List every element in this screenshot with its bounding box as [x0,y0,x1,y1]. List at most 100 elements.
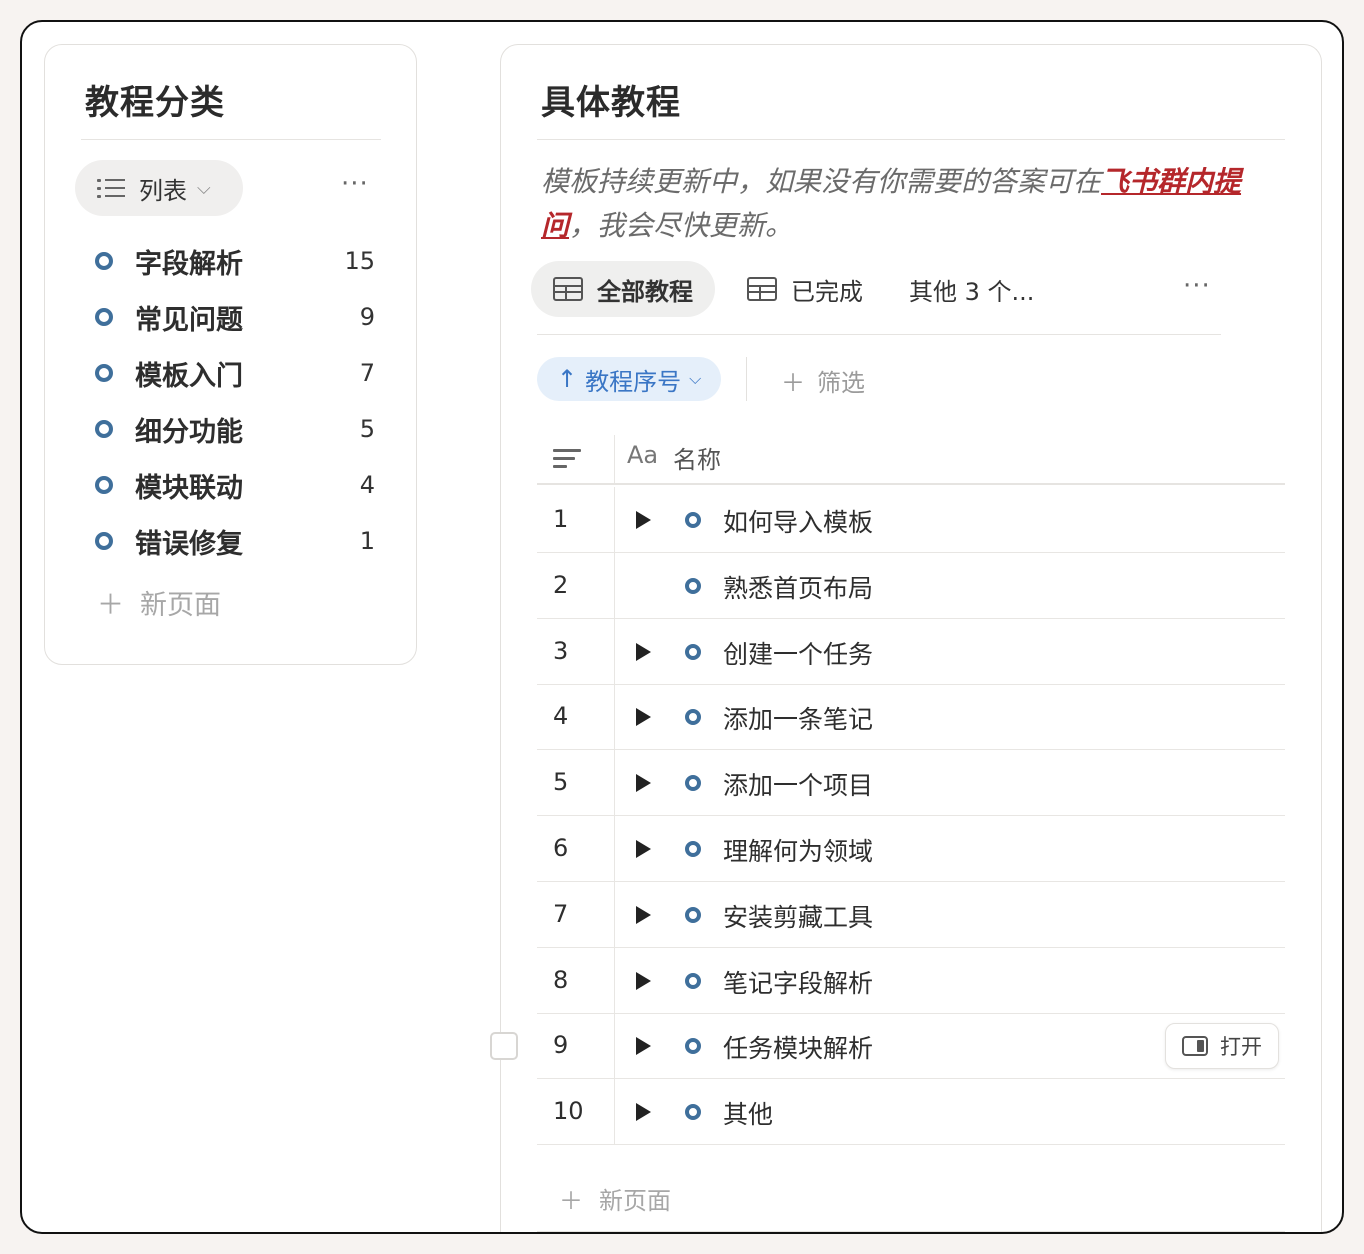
toggle-triangle-icon[interactable] [636,1103,651,1122]
table-row[interactable]: 1 如何导入模板 [537,487,1285,553]
plus-icon: ＋ [559,1187,583,1215]
table-row[interactable]: 6 理解何为领域 [537,816,1285,882]
view-label: 列表 [139,176,187,205]
chevron-down-icon: ⌵ [689,369,702,388]
circle-icon [685,1038,701,1055]
table-row[interactable]: 2 熟悉首页布局 [537,552,1285,619]
category-panel: 教程分类 列表 ⌵ ··· 字段解析 15 常见问题 9 模板入门 7 细分功能 5 模块联动 4… [44,44,417,665]
row-title[interactable]: 添加一个项目 [723,766,873,802]
circle-icon [685,775,701,792]
toggle-triangle-icon[interactable] [636,840,651,858]
tutorial-panel: 具体教程 模板持续更新中，如果没有你需要的答案可在飞书群内提问，我会尽快更新。 … [500,44,1322,1232]
lines-icon[interactable] [553,447,583,469]
more-horizontal-icon[interactable]: ··· [341,169,369,199]
category-label: 细分功能 [135,416,243,448]
side-panel-icon [1182,1036,1208,1057]
tab-completed[interactable]: 已完成 [747,261,863,317]
chevron-down-icon: ⌵ [197,177,211,199]
table-row[interactable]: 5 添加一个项目 [537,750,1285,817]
new-page-label: 新页面 [140,590,221,621]
circle-icon [685,512,701,528]
divider [537,1231,1285,1232]
circle-icon [95,420,113,438]
row-number: 3 [553,636,569,665]
category-label: 错误修复 [135,528,243,560]
tab-more-views[interactable]: 其他 3 个... [909,261,1034,317]
row-title[interactable]: 笔记字段解析 [723,964,873,1000]
category-count: 4 [359,471,375,499]
category-item[interactable]: 错误修复 1 [95,519,375,563]
toggle-triangle-icon[interactable] [636,905,651,924]
more-horizontal-icon[interactable]: ··· [1183,271,1211,301]
row-number: 5 [553,768,569,797]
sort-button[interactable]: ↑ 教程序号 ⌵ [537,357,722,401]
table-row[interactable]: 8 笔记字段解析 [537,947,1285,1014]
category-label: 常见问题 [135,304,243,336]
divider [81,139,381,140]
table-row[interactable]: 10 其他 [537,1079,1285,1146]
row-number: 6 [553,834,569,862]
row-title[interactable]: 添加一条笔记 [723,700,873,736]
row-title[interactable]: 其他 [723,1095,773,1131]
divider [537,139,1285,140]
circle-icon [685,972,701,989]
plus-icon: ＋ [97,590,124,621]
category-label: 模块联动 [135,472,243,504]
text-type-icon: Aa [627,441,659,469]
row-title[interactable]: 安装剪藏工具 [723,898,873,934]
row-title[interactable]: 熟悉首页布局 [723,569,873,605]
category-title: 教程分类 [85,83,225,123]
view-switcher-button[interactable]: 列表 ⌵ [75,160,243,216]
new-page-button[interactable]: ＋ 新页面 [97,583,221,622]
circle-icon [95,308,113,326]
category-count: 15 [344,247,375,275]
table-header: Aa 名称 [537,435,1285,485]
toggle-triangle-icon[interactable] [636,642,651,661]
category-count: 7 [359,359,375,387]
category-item[interactable]: 细分功能 5 [95,407,375,451]
divider [746,357,747,401]
toggle-triangle-icon[interactable] [636,511,651,529]
category-item[interactable]: 模块联动 4 [95,463,375,507]
toggle-triangle-icon[interactable] [636,1037,651,1056]
circle-icon [685,709,701,726]
add-filter-button[interactable]: ＋ 筛选 [781,363,865,398]
row-title[interactable]: 理解何为领域 [723,832,873,868]
new-page-label: 新页面 [599,1187,671,1215]
toggle-triangle-icon[interactable] [636,708,651,727]
category-item[interactable]: 常见问题 9 [95,295,375,339]
circle-icon [685,643,701,660]
table-row[interactable]: 3 创建一个任务 [537,618,1285,685]
row-title[interactable]: 创建一个任务 [723,635,873,671]
table-row[interactable]: 4 添加一条笔记 [537,684,1285,751]
table-row[interactable]: 7 安装剪藏工具 [537,881,1285,948]
category-count: 9 [359,303,375,331]
row-number: 2 [553,570,569,599]
circle-icon [95,532,113,550]
category-label: 字段解析 [135,248,243,280]
circle-icon [685,841,701,857]
row-number: 10 [553,1097,584,1126]
arrow-up-icon: ↑ [557,365,578,393]
category-item[interactable]: 字段解析 15 [95,239,375,283]
tab-all-tutorials[interactable]: 全部教程 [531,261,715,317]
row-number: 7 [553,899,569,928]
row-select-checkbox[interactable] [490,1032,518,1060]
circle-icon [95,252,113,270]
category-item[interactable]: 模板入门 7 [95,351,375,395]
open-button[interactable]: 打开 [1165,1023,1279,1070]
toggle-triangle-icon[interactable] [636,774,651,793]
category-count: 5 [359,415,375,443]
toggle-triangle-icon[interactable] [636,971,651,990]
app-frame: 教程分类 列表 ⌵ ··· 字段解析 15 常见问题 9 模板入门 7 细分功能 5 模块联动 4… [20,20,1344,1234]
description-text: 模板持续更新中，如果没有你需要的答案可在飞书群内提问，我会尽快更新。 [541,165,1242,242]
row-number: 4 [553,702,569,731]
category-count: 1 [359,527,375,555]
new-page-button[interactable]: ＋ 新页面 [559,1181,671,1216]
circle-icon [685,906,701,923]
row-title[interactable]: 任务模块解析 [723,1029,873,1065]
table-row[interactable]: 9 任务模块解析 打开 [537,1013,1285,1080]
circle-icon [95,476,113,494]
name-column-header[interactable]: 名称 [673,440,721,475]
row-title[interactable]: 如何导入模板 [723,503,873,539]
